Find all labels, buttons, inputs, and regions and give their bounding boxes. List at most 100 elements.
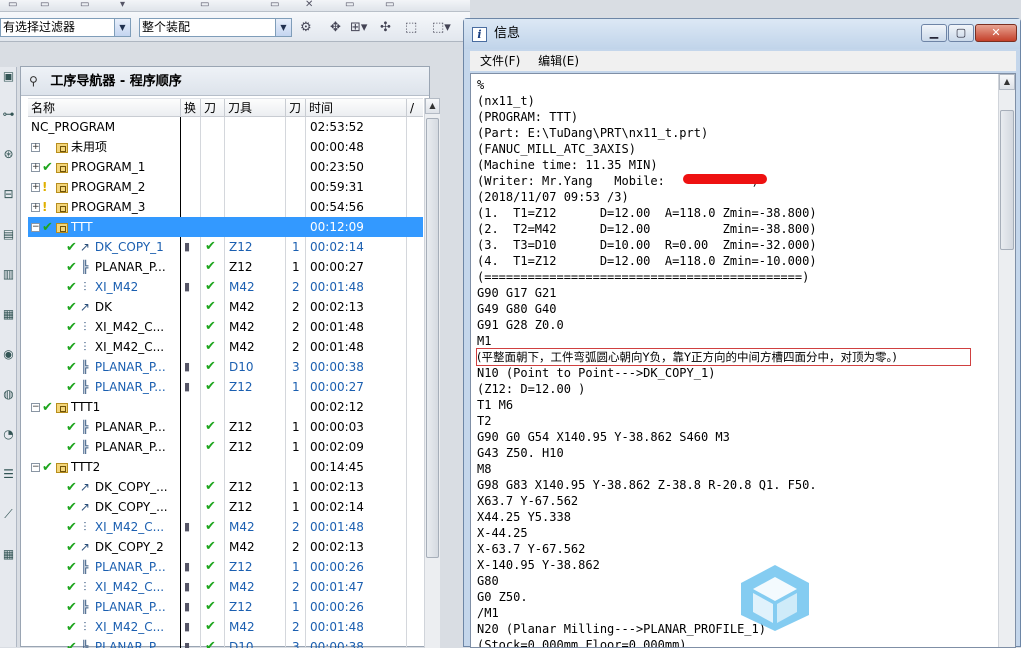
code-line: G90 G0 G54 X140.95 Y-38.862 S460 M3 [477,430,730,444]
expand-icon[interactable]: + [31,203,40,212]
snap-point-icon[interactable]: ✥ [330,19,341,37]
row-tool: M42 [229,540,255,554]
program-folder-icon [56,402,68,413]
toolbar-icon[interactable]: ▭ [8,0,22,10]
check-icon: ✔ [66,600,77,615]
operation-row[interactable]: ✔ ↗ DK ✔ M42 2 00:02:13 [28,297,423,317]
chevron-down-icon[interactable]: ▼ [114,19,130,36]
select-body-icon[interactable]: ⬚ [405,19,417,37]
collapse-icon[interactable]: − [31,463,40,472]
web-browser-icon[interactable]: ◉ [1,345,16,363]
collapse-icon[interactable]: − [31,223,40,232]
selection-scope-combo[interactable]: 整个装配 ▼ [139,18,292,37]
program-group-row[interactable]: − ✔ TTT2 00:14:45 [28,457,423,477]
feature-icon[interactable]: ▦ [1,305,16,323]
toolbar-icon[interactable]: ▭ [40,0,54,10]
col-header-name[interactable]: 名称 [28,99,181,117]
palette-icon[interactable]: ◍ [1,385,16,403]
operation-row[interactable]: ✔ ⫶ XI_M42_C... ▮ ✔ M42 2 00:01:48 [28,517,423,537]
operation-row[interactable]: ✔ ⫶ XI_M42_C... ✔ M42 2 00:01:48 [28,337,423,357]
operation-row[interactable]: ✔ ⫶ XI_M42 ▮ ✔ M42 2 00:01:48 [28,277,423,297]
col-header-tool[interactable]: 刀具 [225,99,286,117]
col-header-tool-change[interactable]: 换 [181,99,201,117]
row-tool-number: 2 [292,620,300,634]
program-folder-icon [56,162,68,173]
expand-icon[interactable]: + [31,163,40,172]
scroll-up-icon[interactable]: ▲ [999,74,1015,90]
scroll-up-icon[interactable]: ▲ [425,98,440,114]
col-header-tool-number[interactable]: 刀 [286,99,306,117]
code-line: X-44.25 [477,526,528,540]
operation-row[interactable]: ✔ ╠ PLANAR_P... ▮ ✔ Z12 1 00:00:27 [28,377,423,397]
menu-edit[interactable]: 编辑(E) [538,54,579,68]
operation-row[interactable]: ✔ ↗ DK_COPY_... ✔ Z12 1 00:02:13 [28,477,423,497]
program-group-row[interactable]: − ✔ TTT1 00:02:12 [28,397,423,417]
chevron-down-icon[interactable]: ▼ [275,19,291,36]
toolbar-icon[interactable]: ▭ [80,0,94,10]
row-name-cell: + ✔ PROGRAM_1 [28,157,180,177]
collapse-icon[interactable]: − [31,403,40,412]
operation-row[interactable]: ✔ ↗ DK_COPY_2 ✔ M42 2 00:02:13 [28,537,423,557]
rectangle-select-icon[interactable]: ⬚▾ [432,19,451,37]
col-header-time[interactable]: 时间 [306,99,407,117]
info-vertical-scrollbar[interactable]: ▲ [998,74,1015,647]
type-filter-combo[interactable]: 有选择过滤器 ▼ [0,18,131,37]
tool-change-icon: ▮ [184,520,191,533]
program-group-row[interactable]: +! PROGRAM_2 00:59:31 [28,177,423,197]
maximize-button[interactable]: ▢ [948,24,974,42]
pin-icon[interactable]: ⚲ [29,74,38,88]
operation-row[interactable]: ✔ ⫶ XI_M42_C... ✔ M42 2 00:01:48 [28,317,423,337]
program-group-row[interactable]: − ✔ TTT 00:12:09 [28,217,423,237]
info-icon: i [472,27,487,42]
operation-row[interactable]: ✔ ↗ DK_COPY_... ✔ Z12 1 00:02:14 [28,497,423,517]
operation-row[interactable]: ✔ ╠ PLANAR_P... ▮ ✔ D10 3 00:00:38 [28,637,423,648]
program-group-row[interactable]: + ✔ PROGRAM_1 00:23:50 [28,157,423,177]
operation-row[interactable]: ✔ ⫶ XI_M42_C... ▮ ✔ M42 2 00:01:48 [28,617,423,637]
assembly-navigator-icon[interactable]: ▣ [1,67,16,85]
resource-bar: ▣ ⊶ ⊛ ⊟ ▤ ▥ ▦ ◉ ◍ ◔ ☰ ⟋ ▦ [0,67,17,647]
settings-icon[interactable]: ▦ [1,545,16,563]
operation-row[interactable]: ✔ ╠ PLANAR_P... ▮ ✔ Z12 1 00:00:26 [28,557,423,577]
program-group-row[interactable]: NC_PROGRAM 02:53:52 [28,117,423,137]
scroll-thumb[interactable] [426,118,439,558]
row-name: DK_COPY_... [94,500,168,514]
scroll-thumb[interactable] [1000,110,1014,250]
minimize-button[interactable]: ▁ [921,24,947,42]
operation-row[interactable]: ✔ ╠ PLANAR_P... ✔ Z12 1 00:02:09 [28,437,423,457]
toolbar-icon[interactable]: ▾ [120,0,134,10]
program-group-row[interactable]: +! PROGRAM_3 00:54:56 [28,197,423,217]
reuse-library-icon[interactable]: ⊟ [1,185,16,203]
history-icon[interactable]: ◔ [1,425,16,443]
toolbar-icon[interactable]: ▭ [270,0,284,10]
filter-icon[interactable]: ⚙ [300,19,312,37]
info-text-area[interactable]: % (nx11_t) (PROGRAM: TTT) (Part: E:\TuDang\… [470,73,1016,648]
operation-row[interactable]: ✔ ╠ PLANAR_P... ▮ ✔ Z12 1 00:00:26 [28,597,423,617]
program-group-row[interactable]: + 未用项 00:00:48 [28,137,423,157]
expand-icon[interactable]: + [31,183,40,192]
menu-file[interactable]: 文件(F) [480,54,520,68]
operation-row[interactable]: ✔ ╠ PLANAR_P... ✔ Z12 1 00:00:27 [28,257,423,277]
toolbar-icon[interactable]: ▭ [385,0,399,10]
col-header-path[interactable]: 刀 [201,99,225,117]
roles-icon[interactable]: ☰ [1,465,16,483]
toolbar-icon[interactable]: ▭ [345,0,359,10]
col-header-more[interactable]: / [407,99,423,117]
machine-navigator-icon[interactable]: ▥ [1,265,16,283]
constraint-icon[interactable]: ⊶ [1,105,16,123]
operation-row[interactable]: ✔ ⫶ XI_M42_C... ▮ ✔ M42 2 00:01:47 [28,577,423,597]
part-navigator-icon[interactable]: ⊛ [1,145,16,163]
operation-navigator-icon[interactable]: ▤ [1,225,16,243]
operation-row[interactable]: ✔ ↗ DK_COPY_1 ▮ ✔ Z12 1 00:02:14 [28,237,423,257]
navigator-vertical-scrollbar[interactable]: ▲ [424,98,440,648]
operation-row[interactable]: ✔ ╠ PLANAR_P... ✔ Z12 1 00:00:03 [28,417,423,437]
toolbar-icon[interactable]: ▭ [200,0,214,10]
expand-icon[interactable]: + [31,143,40,152]
select-feature-icon[interactable]: ✣ [380,19,391,37]
row-tool: M42 [229,300,255,314]
selection-mode-icon[interactable]: ⊞▾ [350,19,367,37]
toolbar-icon[interactable]: ✕ [305,0,319,10]
tool-icon[interactable]: ⟋ [1,505,16,523]
close-button[interactable]: ✕ [975,24,1017,42]
operation-row[interactable]: ✔ ╠ PLANAR_P... ▮ ✔ D10 3 00:00:38 [28,357,423,377]
row-name: XI_M42 [94,280,139,294]
